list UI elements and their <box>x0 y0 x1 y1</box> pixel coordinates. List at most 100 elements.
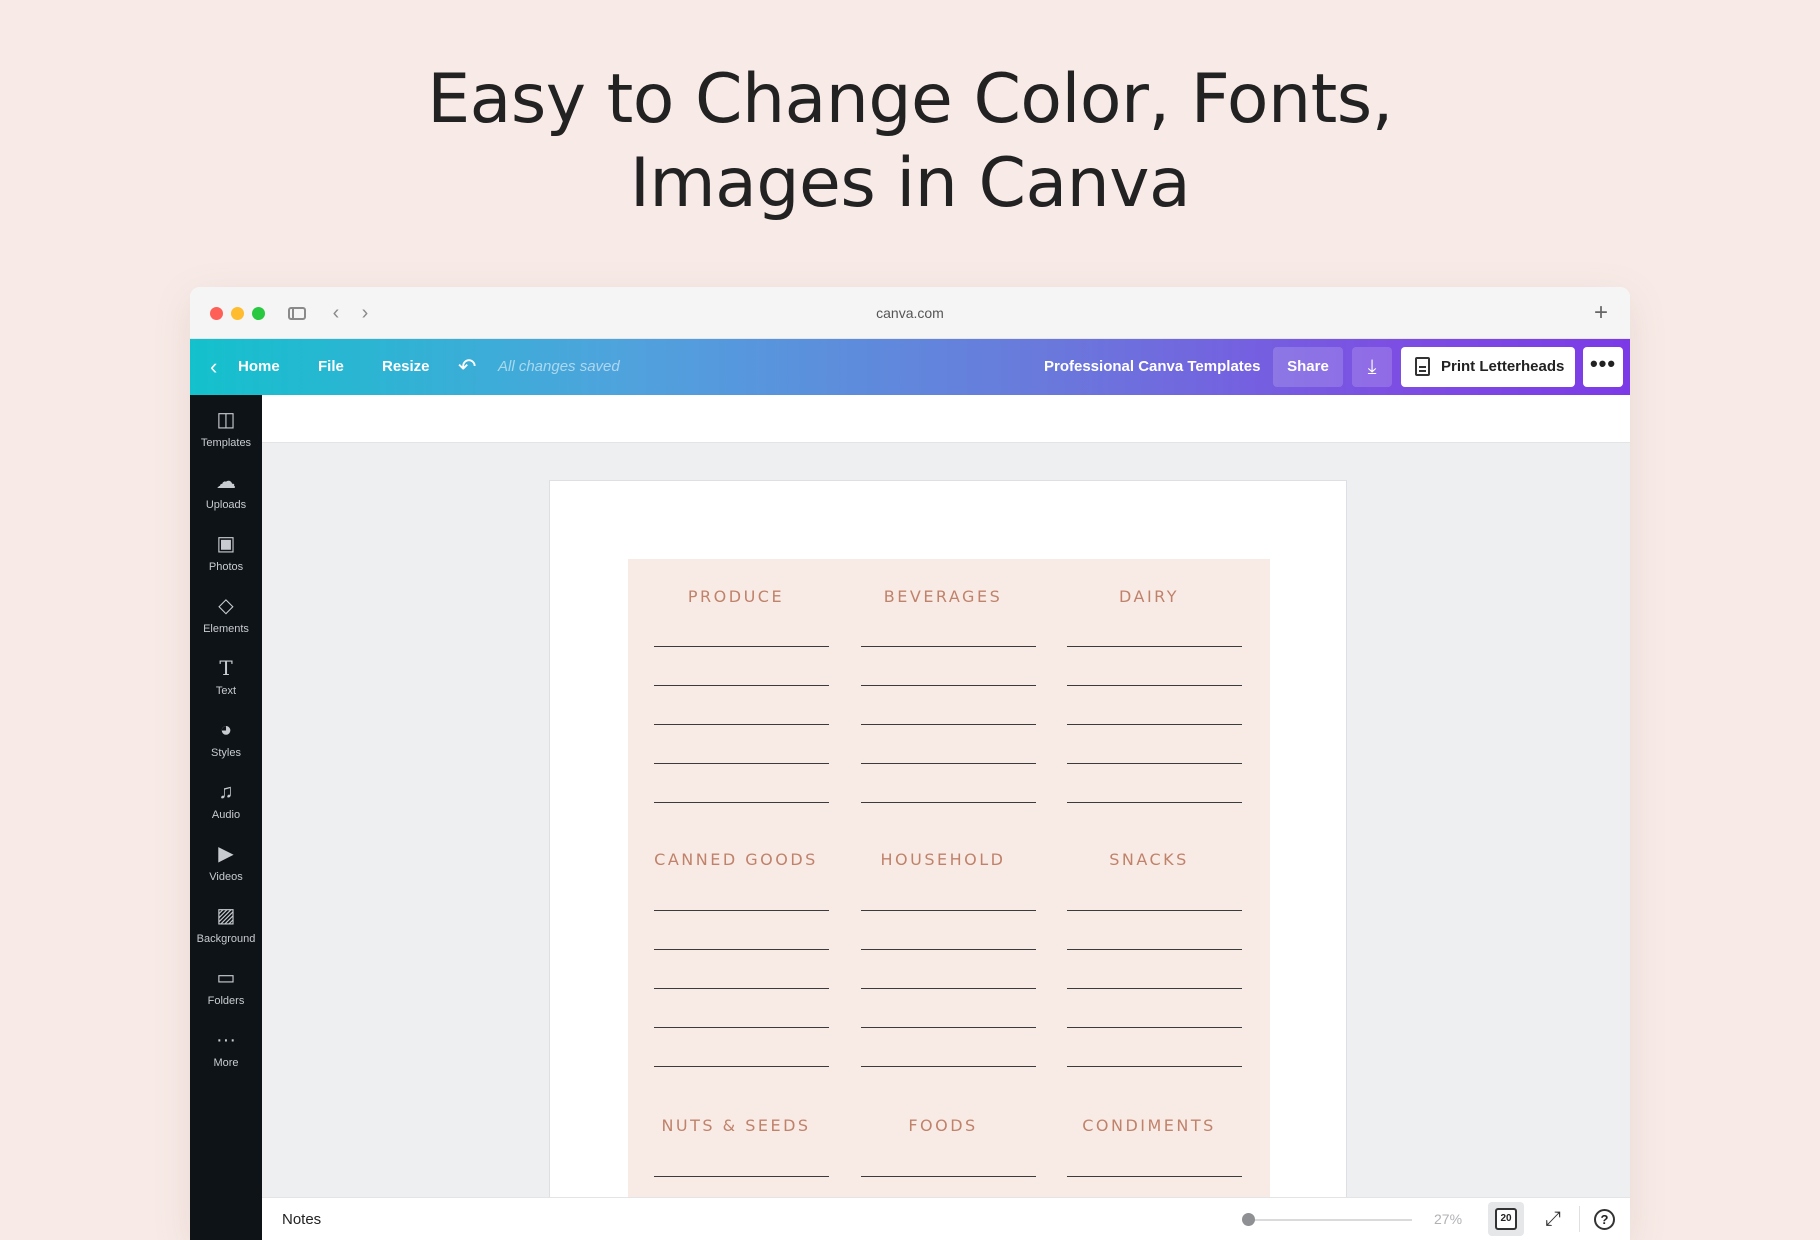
folder-icon: ▭ <box>216 967 236 989</box>
download-icon[interactable]: ⤓ <box>1352 347 1392 387</box>
video-icon: ▶ <box>218 843 234 865</box>
list-line <box>1067 1176 1242 1177</box>
list-line <box>1067 724 1242 725</box>
sidebar-item-label: Text <box>215 685 237 697</box>
browser-titlebar: ‹ › canva.com + <box>190 287 1630 339</box>
fullscreen-icon[interactable]: ⤢ <box>1545 1198 1561 1240</box>
sidebar-item-photos[interactable]: ▣ Photos <box>190 531 262 597</box>
editor-context-bar <box>262 395 1630 443</box>
list-line <box>654 949 829 950</box>
sidebar-item-audio[interactable]: ♫ Audio <box>190 779 262 845</box>
list-line <box>861 1066 1036 1067</box>
category-title[interactable]: DAIRY <box>1061 587 1237 606</box>
list-line <box>654 685 829 686</box>
file-menu-button[interactable]: File <box>318 339 344 395</box>
list-line <box>654 724 829 725</box>
category-title[interactable]: CONDIMENTS <box>1061 1116 1237 1135</box>
left-sidebar: ◫ Templates ☁ Uploads ▣ Photos ◇ Element… <box>190 395 262 1240</box>
save-status: All changes saved <box>498 358 620 375</box>
sidebar-item-label: Templates <box>200 437 252 449</box>
music-note-icon: ♫ <box>218 781 234 803</box>
list-line <box>654 1027 829 1028</box>
plus-icon[interactable]: + <box>1590 300 1612 326</box>
upload-cloud-icon: ☁ <box>216 471 236 493</box>
grocery-planner[interactable]: PRODUCE BEVERAGES DAIRY CANNED GOODS HOU… <box>628 559 1270 1197</box>
divider <box>1579 1206 1580 1232</box>
share-button[interactable]: Share <box>1273 347 1343 387</box>
sidebar-item-elements[interactable]: ◇ Elements <box>190 593 262 659</box>
list-line <box>1067 1027 1242 1028</box>
sidebar-item-label: Elements <box>203 623 249 635</box>
photos-icon: ▣ <box>216 533 236 555</box>
sidebar-item-label: Audio <box>211 809 241 821</box>
sidebar-item-label: Styles <box>211 747 241 759</box>
address-bar[interactable]: canva.com <box>430 299 1390 327</box>
sidebar-item-label: Videos <box>209 871 243 883</box>
browser-forward-icon[interactable]: › <box>355 300 375 326</box>
text-icon: T <box>219 656 233 680</box>
sidebar-toggle-icon[interactable] <box>286 300 308 326</box>
list-line <box>861 910 1036 911</box>
list-line <box>1067 802 1242 803</box>
bottom-bar: Notes 27% 20 ⤢ ? <box>262 1197 1630 1240</box>
list-line <box>654 802 829 803</box>
print-button[interactable]: Print Letterheads <box>1401 347 1575 387</box>
help-icon[interactable]: ? <box>1594 1209 1615 1230</box>
close-window-button[interactable] <box>210 307 223 320</box>
category-title[interactable]: SNACKS <box>1061 850 1237 869</box>
list-line <box>861 949 1036 950</box>
sidebar-item-uploads[interactable]: ☁ Uploads <box>190 469 262 535</box>
list-line <box>861 685 1036 686</box>
resize-button[interactable]: Resize <box>382 339 430 395</box>
sidebar-item-styles[interactable]: ◕ Styles <box>190 717 262 783</box>
category-title[interactable]: PRODUCE <box>648 587 824 606</box>
sidebar-item-label: Folders <box>207 995 245 1007</box>
category-title[interactable]: BEVERAGES <box>855 587 1031 606</box>
sidebar-item-text[interactable]: T Text <box>190 655 262 721</box>
headline: Easy to Change Color, Fonts, Images in C… <box>0 58 1820 226</box>
sidebar-item-folders[interactable]: ▭ Folders <box>190 965 262 1031</box>
page-count-icon[interactable]: 20 <box>1495 1208 1517 1230</box>
design-page[interactable]: PRODUCE BEVERAGES DAIRY CANNED GOODS HOU… <box>549 480 1347 1197</box>
home-button[interactable]: Home <box>238 339 280 395</box>
minimize-window-button[interactable] <box>231 307 244 320</box>
sidebar-item-label: Photos <box>208 561 244 573</box>
undo-icon[interactable]: ↶ <box>458 339 482 395</box>
canvas-area[interactable]: PRODUCE BEVERAGES DAIRY CANNED GOODS HOU… <box>262 443 1630 1197</box>
list-line <box>861 1176 1036 1177</box>
sidebar-item-videos[interactable]: ▶ Videos <box>190 841 262 907</box>
notes-button[interactable]: Notes <box>282 1198 321 1240</box>
list-line <box>861 802 1036 803</box>
list-line <box>654 646 829 647</box>
category-title[interactable]: FOODS <box>855 1116 1031 1135</box>
sidebar-item-label: Background <box>196 933 256 945</box>
chevron-left-icon[interactable]: ‹ <box>210 339 224 395</box>
list-line <box>1067 988 1242 989</box>
browser-back-icon[interactable]: ‹ <box>326 300 346 326</box>
list-line <box>861 763 1036 764</box>
list-line <box>1067 1066 1242 1067</box>
list-line <box>1067 685 1242 686</box>
background-hatch-icon: ▨ <box>216 905 236 927</box>
print-button-label: Print Letterheads <box>1441 358 1565 375</box>
list-line <box>654 1176 829 1177</box>
browser-window: ‹ › canva.com + ‹ Home File Resize ↶ All… <box>190 287 1630 1240</box>
list-line <box>654 988 829 989</box>
sidebar-item-templates[interactable]: ◫ Templates <box>190 407 262 473</box>
zoom-slider-handle[interactable] <box>1242 1213 1255 1226</box>
more-options-button[interactable]: ••• <box>1583 347 1623 387</box>
sidebar-item-more[interactable]: ··· More <box>190 1027 262 1093</box>
editor-toolbar: ‹ Home File Resize ↶ All changes saved P… <box>190 339 1630 395</box>
zoom-slider-track[interactable] <box>1247 1219 1412 1221</box>
zoom-level[interactable]: 27% <box>1434 1198 1462 1240</box>
document-title[interactable]: Professional Canva Templates <box>1044 339 1260 395</box>
sidebar-item-background[interactable]: ▨ Background <box>190 903 262 969</box>
category-title[interactable]: NUTS & SEEDS <box>648 1116 824 1135</box>
category-title[interactable]: HOUSEHOLD <box>855 850 1031 869</box>
category-title[interactable]: CANNED GOODS <box>648 850 824 869</box>
list-line <box>654 763 829 764</box>
list-line <box>861 646 1036 647</box>
maximize-window-button[interactable] <box>252 307 265 320</box>
list-line <box>1067 910 1242 911</box>
sidebar-item-label: More <box>213 1057 239 1069</box>
